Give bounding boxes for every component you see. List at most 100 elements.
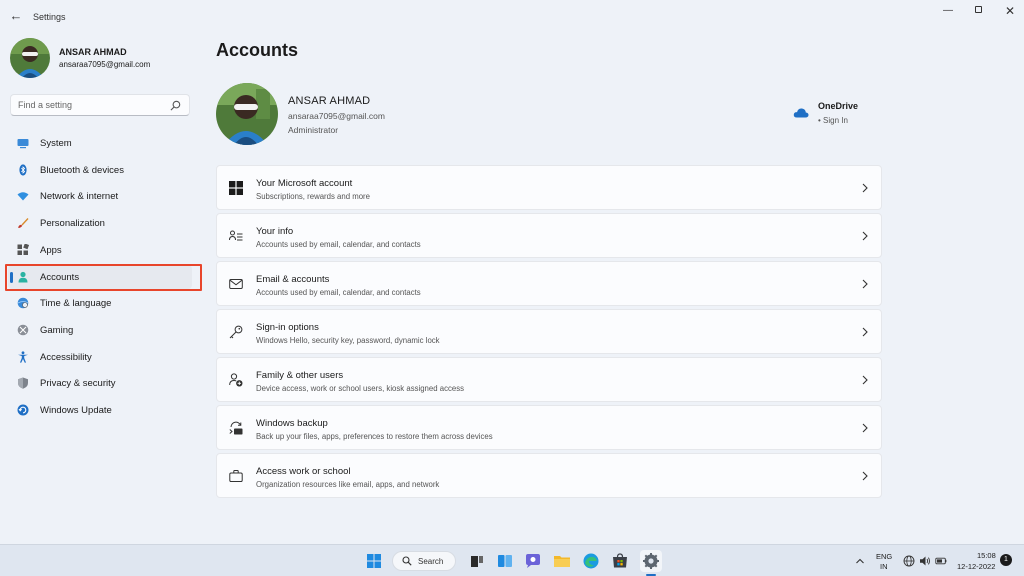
language-indicator[interactable]: ENG — [876, 552, 892, 561]
chevron-right-icon — [862, 423, 868, 433]
maximize-icon[interactable] — [964, 4, 992, 18]
start-icon[interactable] — [363, 550, 385, 572]
account-name: ANSAR AHMAD — [288, 95, 371, 107]
sidebar-item-system[interactable]: System — [8, 131, 192, 155]
profile-name: ANSAR AHMAD — [59, 47, 127, 57]
active-indicator — [10, 272, 13, 283]
search-field[interactable] — [10, 94, 190, 116]
title-bar: ← Settings — ✕ — [0, 0, 1024, 34]
briefcase-icon — [229, 470, 243, 482]
card-windows-backup[interactable]: Windows backup Back up your files, apps,… — [216, 405, 882, 450]
edge-icon[interactable] — [580, 550, 602, 572]
card-subtitle: Organization resources like email, apps,… — [256, 480, 440, 489]
globe-icon[interactable] — [903, 555, 915, 567]
shield-icon — [18, 377, 28, 389]
sidebar-item-accessibility[interactable]: Accessibility — [8, 345, 192, 369]
sidebar-item-label: Accounts — [40, 272, 80, 283]
sidebar-item-privacy-security[interactable]: Privacy & security — [8, 371, 192, 395]
chevron-right-icon — [862, 471, 868, 481]
minimize-icon[interactable]: — — [934, 4, 962, 18]
accessibility-icon — [18, 351, 28, 363]
notification-badge[interactable]: 1 — [1000, 554, 1012, 566]
sidebar-item-time-language[interactable]: Time & language — [8, 291, 192, 315]
settings-icon[interactable] — [640, 550, 662, 572]
bluetooth-icon — [19, 164, 27, 176]
sidebar-item-network[interactable]: Network & internet — [8, 184, 192, 208]
teams-chat-icon[interactable] — [522, 550, 544, 572]
sidebar-item-gaming[interactable]: Gaming — [8, 318, 192, 342]
chevron-right-icon — [862, 279, 868, 289]
card-subtitle: Back up your files, apps, preferences to… — [256, 432, 493, 441]
clock-date[interactable]: 12-12-2022 — [957, 562, 995, 571]
brush-icon — [18, 218, 29, 228]
clock-time[interactable]: 15:08 — [977, 551, 996, 560]
taskbar-search-label: Search — [418, 557, 444, 566]
update-icon — [17, 404, 29, 416]
mail-icon — [229, 279, 243, 289]
card-access-work-school[interactable]: Access work or school Organization resou… — [216, 453, 882, 498]
close-icon[interactable]: ✕ — [996, 4, 1024, 18]
sidebar-item-label: Network & internet — [40, 191, 119, 202]
search-icon — [170, 100, 181, 111]
task-view-icon[interactable] — [466, 550, 488, 572]
sidebar-item-personalization[interactable]: Personalization — [8, 211, 192, 235]
cloud-icon — [793, 108, 809, 118]
person-info-icon — [229, 230, 243, 241]
store-icon[interactable] — [609, 550, 631, 572]
app-title: Settings — [33, 12, 66, 22]
globe-clock-icon — [17, 297, 29, 309]
chevron-right-icon — [862, 327, 868, 337]
apps-icon — [17, 244, 29, 255]
taskbar-search[interactable]: Search — [392, 551, 456, 571]
file-explorer-icon[interactable] — [551, 550, 573, 572]
card-title: Email & accounts — [256, 274, 330, 285]
backup-icon — [229, 421, 243, 435]
widgets-icon[interactable] — [494, 550, 516, 572]
card-family-other-users[interactable]: Family & other users Device access, work… — [216, 357, 882, 402]
chevron-right-icon — [862, 183, 868, 193]
sidebar-item-label: Time & language — [40, 298, 112, 309]
battery-icon[interactable] — [935, 555, 947, 567]
card-your-info[interactable]: Your info Accounts used by email, calend… — [216, 213, 882, 258]
sidebar-item-windows-update[interactable]: Windows Update — [8, 398, 192, 422]
sidebar-item-label: Privacy & security — [40, 378, 116, 389]
card-subtitle: Accounts used by email, calendar, and co… — [256, 240, 421, 249]
card-microsoft-account[interactable]: Your Microsoft account Subscriptions, re… — [216, 165, 882, 210]
avatar — [10, 38, 50, 78]
person-add-icon — [229, 373, 243, 387]
card-email-accounts[interactable]: Email & accounts Accounts used by email,… — [216, 261, 882, 306]
card-sign-in-options[interactable]: Sign-in options Windows Hello, security … — [216, 309, 882, 354]
sidebar-item-label: System — [40, 138, 72, 149]
arrow-left-icon[interactable]: ← — [8, 8, 24, 24]
volume-icon[interactable] — [919, 555, 931, 567]
search-input[interactable] — [18, 98, 168, 112]
card-title: Sign-in options — [256, 322, 319, 333]
chevron-up-icon[interactable] — [855, 556, 865, 566]
key-icon — [229, 325, 243, 339]
person-icon — [18, 271, 28, 283]
card-title: Family & other users — [256, 370, 344, 381]
card-title: Access work or school — [256, 466, 351, 477]
monitor-icon — [17, 139, 29, 149]
onedrive-sign-in[interactable]: • Sign In — [818, 116, 848, 125]
card-title: Your info — [256, 226, 294, 237]
avatar — [216, 83, 278, 145]
sidebar-item-label: Windows Update — [40, 405, 112, 416]
sidebar-item-apps[interactable]: Apps — [8, 238, 192, 262]
card-subtitle: Device access, work or school users, kio… — [256, 384, 464, 393]
card-subtitle: Accounts used by email, calendar, and co… — [256, 288, 421, 297]
sidebar-item-label: Accessibility — [40, 352, 92, 363]
sidebar-item-bluetooth[interactable]: Bluetooth & devices — [8, 158, 192, 182]
search-icon — [402, 556, 412, 566]
chevron-right-icon — [862, 231, 868, 241]
windows-logo-icon — [229, 181, 243, 195]
account-role: Administrator — [288, 125, 339, 135]
sidebar-item-accounts[interactable]: Accounts — [8, 265, 192, 289]
language-region: IN — [880, 562, 888, 571]
card-title: Your Microsoft account — [256, 178, 353, 189]
account-email: ansaraa7095@gmail.com — [288, 111, 385, 121]
sidebar-item-label: Bluetooth & devices — [40, 165, 124, 176]
xbox-icon — [17, 324, 29, 336]
chevron-right-icon — [862, 375, 868, 385]
taskbar: Search ENG IN 15:08 12-12-2022 1 — [0, 544, 1024, 576]
